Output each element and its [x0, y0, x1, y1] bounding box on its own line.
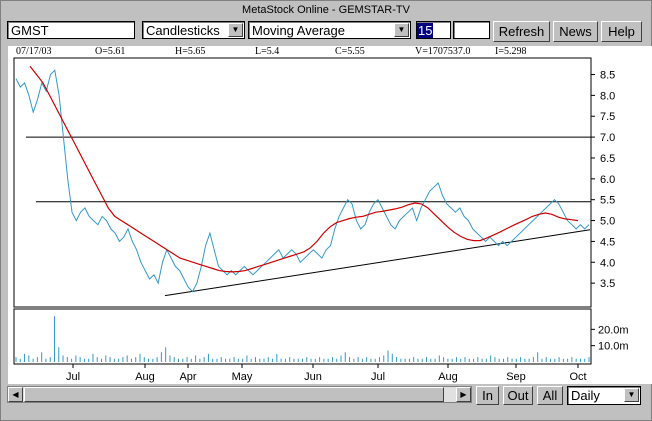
x-axis-label: Oct	[569, 371, 586, 383]
price-axis-label: 7.5	[600, 111, 615, 123]
x-axis-label: Jul	[371, 371, 385, 383]
show-all-button[interactable]: All	[537, 386, 563, 405]
stat-close: C=5.55	[335, 46, 365, 57]
price-axis-label: 5.0	[600, 216, 615, 228]
chevron-down-icon[interactable]: ▼	[624, 388, 639, 402]
stat-volume: V=1707537.0	[415, 46, 471, 57]
chart-background	[8, 46, 652, 384]
chart-area: 8.5 8.0 7.5 7.0 6.5 6.0 5.5 5.0 4.5 4.0 3.5 20.0m 1…	[8, 46, 652, 384]
period-select-value: Daily	[571, 388, 600, 403]
price-axis-label: 8.0	[600, 90, 615, 102]
stat-low: L=5.4	[255, 46, 280, 57]
stat-date: 07/17/03	[16, 46, 52, 57]
x-axis-label: Aug	[438, 371, 458, 383]
scroll-right-icon[interactable]: ▶	[456, 387, 471, 402]
x-axis-label: Aug	[135, 371, 155, 383]
zoom-out-button[interactable]: Out	[503, 386, 533, 405]
stat-indicator: I=5.298	[495, 46, 527, 57]
period-select[interactable]: Daily ▼	[567, 386, 641, 405]
horizontal-scrollbar[interactable]: ◀ ▶	[7, 386, 472, 403]
price-axis-label: 4.0	[600, 257, 615, 269]
scrollbar-thumb[interactable]	[24, 387, 444, 402]
x-axis-label: Sep	[506, 371, 526, 383]
price-axis-label: 5.5	[600, 195, 615, 207]
price-axis-label: 8.5	[600, 70, 615, 82]
stat-high: H=5.65	[175, 46, 206, 57]
price-axis-label: 6.5	[600, 153, 615, 165]
price-axis-label: 6.0	[600, 174, 615, 186]
x-axis-label: Jun	[304, 371, 322, 383]
x-axis-label: Apr	[179, 371, 196, 383]
zoom-in-button[interactable]: In	[476, 386, 499, 405]
price-axis-label: 7.0	[600, 132, 615, 144]
price-axis-label: 3.5	[600, 278, 615, 290]
volume-axis-label: 20.0m	[598, 324, 629, 336]
x-axis-label: Jul	[66, 371, 80, 383]
price-axis-label: 4.5	[600, 236, 615, 248]
scroll-left-icon[interactable]: ◀	[8, 387, 23, 402]
volume-axis-label: 10.0m	[598, 341, 629, 353]
x-axis-label: May	[232, 371, 253, 383]
stat-open: O=5.61	[95, 46, 126, 57]
